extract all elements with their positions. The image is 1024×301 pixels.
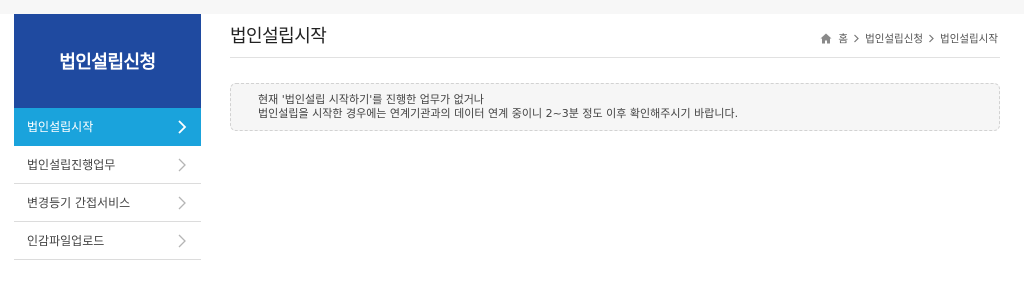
- chevron-right-icon: [178, 234, 186, 247]
- top-band: [0, 0, 1024, 14]
- page-title: 법인설립시작: [230, 26, 327, 47]
- title-row: 법인설립시작 홈 법인설립신청 법인설립시작: [230, 14, 1000, 58]
- sidebar-item-change-registration[interactable]: 변경등기 간접서비스: [14, 184, 201, 222]
- sidebar-item-seal-upload[interactable]: 인감파일업로드: [14, 222, 201, 260]
- main-content: 법인설립시작 홈 법인설립신청 법인설립시작 현재 '법인설립 시작하기'를 진…: [230, 14, 1000, 131]
- chevron-right-icon: [178, 158, 186, 171]
- chevron-right-icon: [178, 119, 187, 134]
- home-icon[interactable]: [820, 33, 832, 44]
- sidebar: 법인설립신청 법인설립시작 법인설립진행업무 변경등기 간접서비스 인감파일업로…: [14, 14, 201, 260]
- sidebar-header: 법인설립신청: [14, 14, 201, 108]
- breadcrumb-current: 법인설립시작: [940, 33, 998, 45]
- notice-line: 법인설립을 시작한 경우에는 연계기관과의 데이터 연계 중이니 2~3분 정도…: [258, 107, 739, 120]
- notice-line: 현재 '법인설립 시작하기'를 진행한 업무가 없거나: [258, 93, 484, 106]
- chevron-right-icon: [178, 196, 186, 209]
- sidebar-item-corporate-progress[interactable]: 법인설립진행업무: [14, 146, 201, 184]
- sidebar-item-label: 인감파일업로드: [27, 234, 105, 248]
- notice-box: 현재 '법인설립 시작하기'를 진행한 업무가 없거나 법인설립을 시작한 경우…: [230, 83, 1000, 131]
- sidebar-item-label: 법인설립시작: [27, 120, 94, 134]
- sidebar-item-label: 변경등기 간접서비스: [27, 196, 131, 210]
- breadcrumb-item[interactable]: 법인설립신청: [865, 31, 923, 46]
- breadcrumb-home[interactable]: 홈: [838, 31, 848, 46]
- chevron-right-icon: [854, 34, 859, 43]
- sidebar-item-corporate-start[interactable]: 법인설립시작: [14, 108, 201, 146]
- sidebar-title: 법인설립신청: [59, 52, 156, 73]
- chevron-right-icon: [929, 34, 934, 43]
- sidebar-item-label: 법인설립진행업무: [27, 158, 116, 172]
- breadcrumb: 홈 법인설립신청 법인설립시작: [820, 31, 998, 46]
